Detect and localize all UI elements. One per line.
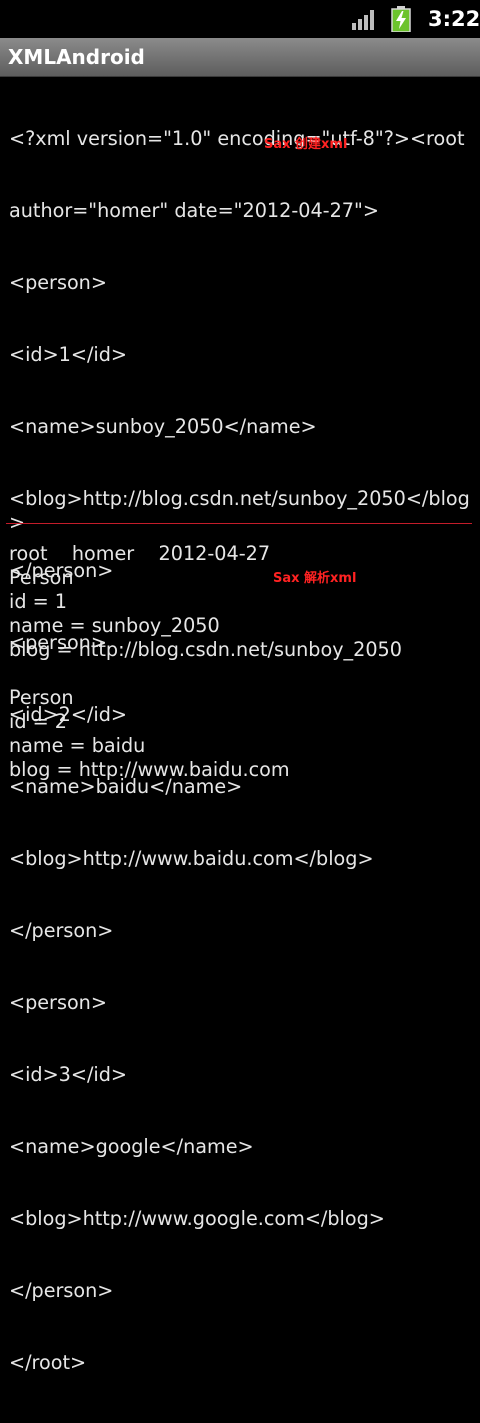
parse-line: blog = http://www.baidu.com bbox=[9, 758, 290, 781]
xml-line: <blog>http://blog.csdn.net/sunboy_2050</… bbox=[9, 487, 470, 534]
xml-line: <blog>http://www.baidu.com</blog> bbox=[9, 847, 374, 870]
parse-output-text: root homer 2012-04-27 Person id = 1 name… bbox=[9, 542, 474, 782]
parse-line: blog = http://blog.csdn.net/sunboy_2050 bbox=[9, 638, 402, 661]
battery-charging-icon bbox=[391, 6, 411, 32]
parse-line: id = 2 bbox=[9, 710, 67, 733]
xml-line: <name>google</name> bbox=[9, 1135, 254, 1158]
parse-line: name = baidu bbox=[9, 734, 146, 757]
parse-line bbox=[9, 662, 474, 686]
app-title-bar: XMLAndroid bbox=[0, 38, 480, 77]
parse-line: root homer 2012-04-27 bbox=[9, 542, 271, 565]
xml-line: author="homer" date="2012-04-27"> bbox=[9, 199, 379, 222]
xml-line: </person> bbox=[9, 919, 114, 942]
app-title: XMLAndroid bbox=[8, 45, 145, 69]
parse-line: Person bbox=[9, 566, 74, 589]
signal-bars-icon bbox=[352, 10, 374, 30]
xml-line: <?xml version="1.0" encoding="utf-8"?><r… bbox=[9, 127, 465, 150]
parse-line: id = 1 bbox=[9, 590, 67, 613]
xml-line: <name>sunboy_2050</name> bbox=[9, 415, 317, 438]
xml-line: <person> bbox=[9, 991, 107, 1014]
sax-parse-annotation: Sax 解析xml bbox=[273, 571, 357, 586]
status-clock: 3:22 bbox=[428, 7, 480, 31]
parse-line: name = sunboy_2050 bbox=[9, 614, 220, 637]
parse-line: Person bbox=[9, 686, 74, 709]
xml-line: </root> bbox=[9, 1351, 87, 1374]
xml-line: <id>1</id> bbox=[9, 343, 128, 366]
xml-line: <person> bbox=[9, 271, 107, 294]
section-divider bbox=[6, 523, 472, 524]
xml-line: <id>3</id> bbox=[9, 1063, 128, 1086]
xml-line: </person> bbox=[9, 1279, 114, 1302]
sax-create-annotation: Sax 创建xml bbox=[264, 137, 348, 152]
main-content: <?xml version="1.0" encoding="utf-8"?><r… bbox=[0, 77, 480, 1374]
status-bar: 3:22 bbox=[0, 0, 480, 38]
xml-line: <blog>http://www.google.com</blog> bbox=[9, 1207, 385, 1230]
